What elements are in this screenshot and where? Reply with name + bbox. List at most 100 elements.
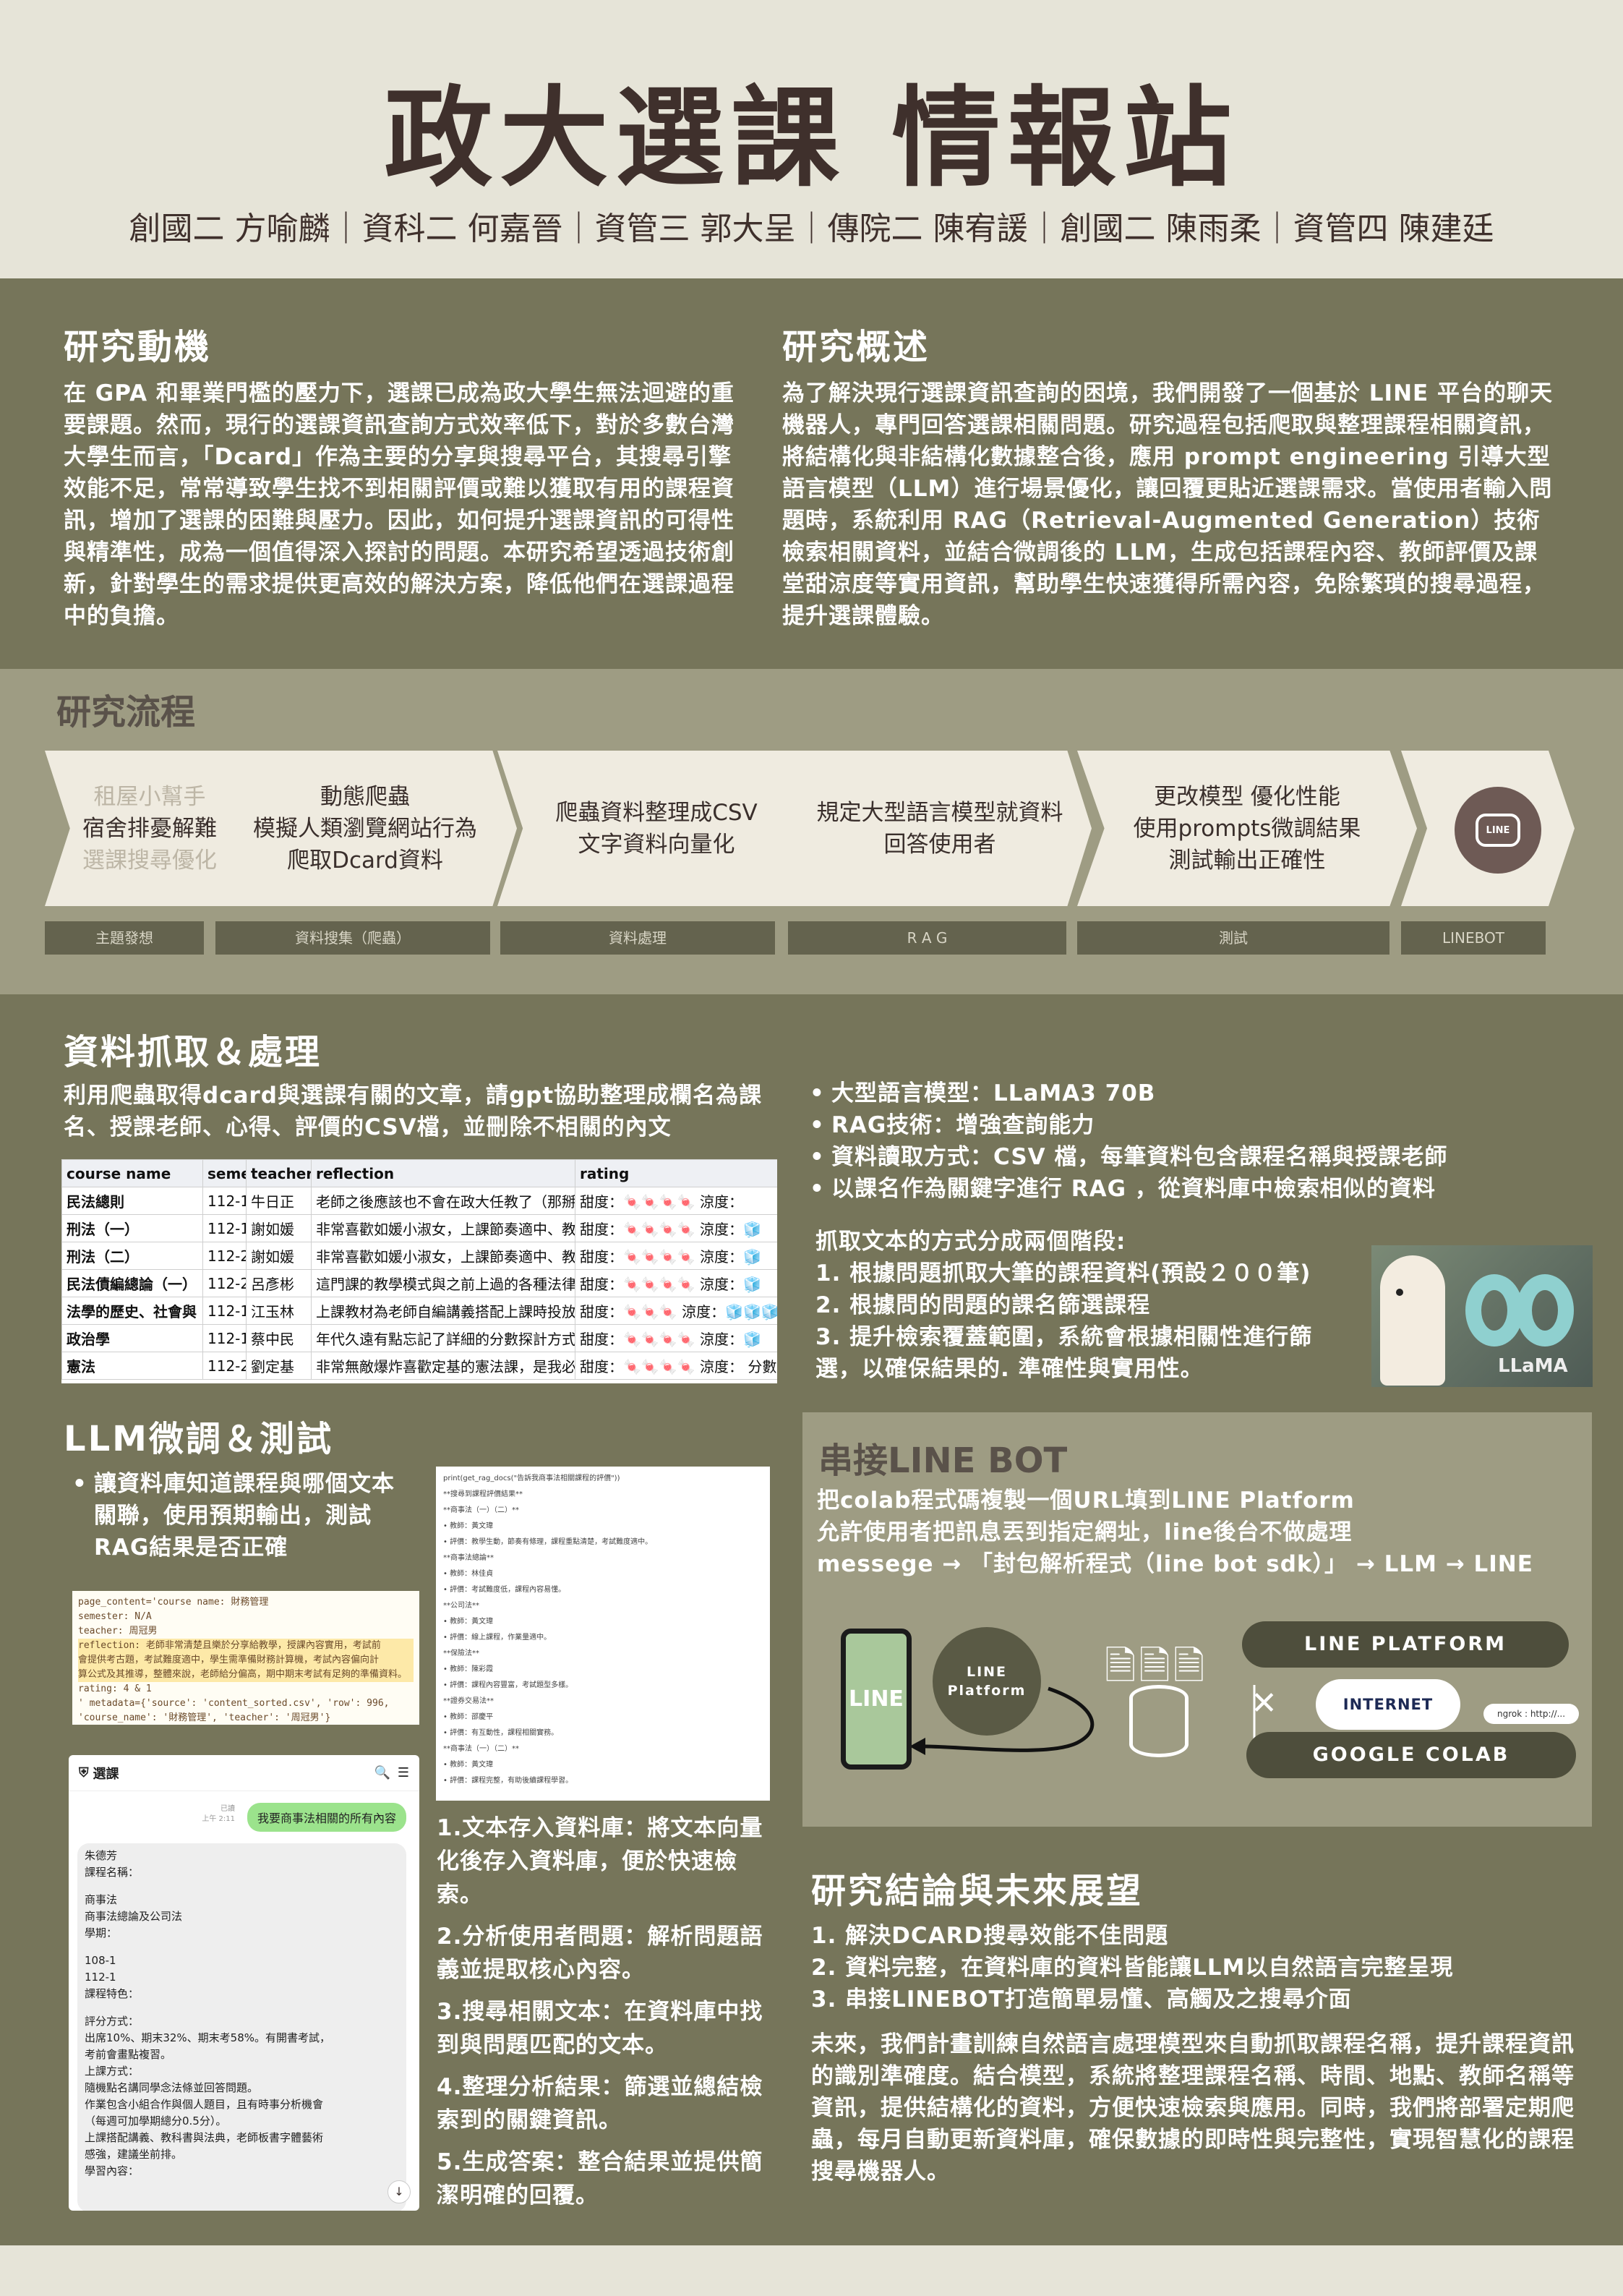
table-cell: 謝如媛 xyxy=(246,1242,312,1270)
conclusion-heading: 研究結論與未來展望 xyxy=(811,1871,1144,1911)
text-line: • 教師：邵慶平 xyxy=(443,1713,494,1721)
meta-infinity-icon xyxy=(1516,1274,1574,1347)
text-line: 會提供考古題，考試難度適中，學生需準備財務計算機，考試內容偏向計 xyxy=(78,1653,414,1668)
google-colab-pill: GOOGLE COLAB xyxy=(1246,1732,1576,1778)
phone-icon: LINE xyxy=(841,1629,912,1770)
line-platform-pill: LINE PLATFORM xyxy=(1242,1621,1569,1668)
data-intro: 利用爬蟲取得dcard與選課有關的文章，請gpt協助整理成欄名為課名、授課老師、… xyxy=(64,1083,763,1140)
col-course-name: course name xyxy=(61,1159,203,1187)
flow-heading: 研究流程 xyxy=(56,692,196,733)
pipeline-step: 5.生成答案：整合結果並提供簡潔明確的回覆。 xyxy=(437,2149,763,2208)
data-bullet: RAG技術：增強查詢能力 xyxy=(810,1109,1605,1141)
text-line: 商事法總論及公司法 xyxy=(85,1910,183,1923)
flow-step-2-line1: 動態爬蟲 xyxy=(320,783,410,810)
table-cell: 法學的歷史、社會與 xyxy=(61,1297,203,1325)
stage-1: 1. 根據問題抓取大筆的課程資料(預設２００筆) xyxy=(815,1260,1311,1286)
flow-tag-4: R A G xyxy=(788,921,1066,955)
llm-bullets: 讓資料庫知道課程與哪個文本關聯，使用預期輸出，測試RAG結果是否正確 xyxy=(72,1468,405,1563)
table-cell: 112-2 xyxy=(202,1352,247,1380)
code-snippet: page_content='course name: 財務管理 semester:… xyxy=(72,1591,419,1725)
alpaca-icon xyxy=(1380,1255,1445,1386)
overview-heading: 研究概述 xyxy=(782,327,930,367)
text-line: 課程特色： xyxy=(85,1987,140,2000)
pipeline-steps: 1.文本存入資料庫：將文本向量化後存入資料庫，便於快速檢索。 2.分析使用者問題… xyxy=(437,1811,769,2212)
text-line: 商事法 xyxy=(85,1893,118,1906)
text-line: • 教師：黃文瑋 xyxy=(443,1522,494,1530)
line-platform-node: LINE Platform xyxy=(933,1627,1041,1736)
conclusion-point: 2. 資料完整，在資料庫的資料皆能讓LLM以自然語言完整呈現 xyxy=(811,1955,1454,1981)
table-cell: 甜度：🍬🍬🍬🍬 涼度： xyxy=(575,1187,777,1215)
read-label: 已讀 xyxy=(220,1805,235,1813)
llm-bullet: 讓資料庫知道課程與哪個文本關聯，使用預期輸出，測試RAG結果是否正確 xyxy=(72,1468,405,1563)
table-cell: 甜度：🍬🍬🍬🍬 涼度：🧊 xyxy=(575,1269,777,1297)
flow-step-4-line1: 規定大型語言模型就資料 xyxy=(816,799,1063,826)
shield-icon: ⛨ xyxy=(79,1765,89,1780)
text-line: ' metadata={'source': 'content_sorted.cs… xyxy=(78,1698,390,1709)
table-cell: 劉定基 xyxy=(246,1352,312,1380)
notebook-text: print(get_rag_docs("告訴我商事法相關課程的評價")) **搜尋… xyxy=(436,1467,770,1793)
text-line: 學習內容： xyxy=(85,2164,140,2177)
conclusion-point: 1. 解決DCARD搜尋效能不佳問題 xyxy=(811,1923,1169,1949)
table-cell: 江玉林 xyxy=(246,1297,312,1325)
table-cell: 112-1 xyxy=(202,1324,247,1352)
text-line: • 教師：林佳貞 xyxy=(443,1570,494,1578)
flow-step-2-line2: 模擬人類瀏覽網站行為 xyxy=(253,815,477,842)
flow-step-2-line3: 爬取Dcard資料 xyxy=(287,847,443,874)
pipeline-step: 4.整理分析結果：篩選並總結檢索到的關鍵資訊。 xyxy=(437,2074,763,2133)
flow-step-5: 更改模型 優化性能 使用prompts微調結果 測試輸出正確性 xyxy=(1077,751,1417,906)
stages-block: 抓取文本的方式分成兩個階段: 1. 根據問題抓取大筆的課程資料(預設２００筆) … xyxy=(815,1226,1350,1385)
llm-heading: LLM微調＆測試 xyxy=(64,1419,333,1459)
text-line: **商事法總論** xyxy=(443,1554,494,1562)
user-message: 我要商事法相關的所有內容 xyxy=(247,1803,406,1832)
database-icon xyxy=(1129,1685,1189,1757)
line-logo-text: LINE xyxy=(1476,814,1520,847)
stage-3: 3. 提升檢索覆蓋範圍，系統會根據相關性進行篩選，以確保結果的. 準確性與實用性… xyxy=(815,1324,1313,1382)
table-cell: 謝如媛 xyxy=(246,1214,312,1242)
linebot-heading: 串接LINE BOT xyxy=(818,1441,1068,1481)
flow-step-4-line2: 回答使用者 xyxy=(883,831,996,858)
chat-header: ⛨ 選課 🔍 ☰ xyxy=(69,1755,419,1791)
col-reflection: reflection xyxy=(311,1159,575,1187)
flow-tag-2: 資料搜集（爬蟲） xyxy=(215,921,490,955)
text-line: 感強，建議坐前排。 xyxy=(85,2148,183,2161)
line-logo-icon: LINE xyxy=(1455,787,1541,874)
table-cell: 112-2 xyxy=(202,1242,247,1270)
menu-icon[interactable]: ☰ xyxy=(398,1765,409,1780)
pipeline-step: 3.搜尋相關文本：在資料庫中找到與問題匹配的文本。 xyxy=(437,1999,763,2058)
table-cell: 年代久遠有點忘記了詳細的分數探計方式 xyxy=(311,1324,575,1352)
time-label: 上午 2:11 xyxy=(202,1815,235,1823)
message-meta: 已讀 上午 2:11 xyxy=(202,1804,235,1825)
line-chat-screenshot: ⛨ 選課 🔍 ☰ 我要商事法相關的所有內容 已讀 上午 2:11 朱德芳 課程名稱… xyxy=(69,1755,419,2211)
text-line: 評分方式： xyxy=(85,2015,140,2028)
text-line: reflection: 老師非常清楚且樂於分享給教學，授課內容實用，考試前 xyxy=(78,1639,414,1653)
text-line: • 教師：黃文瑋 xyxy=(443,1761,494,1769)
table-row: 民法債編總論（一） 112-2 呂彥彬 這門課的教學模式與之前上過的各種法律 甜度：🍬🍬… xyxy=(61,1269,777,1297)
flow-step-3-line1: 爬蟲資料整理成CSV xyxy=(555,799,758,826)
text-line: 課程名稱： xyxy=(85,1866,140,1879)
flow-tag-3: 資料處理 xyxy=(500,921,775,955)
flow-step-5-line3: 測試輸出正確性 xyxy=(1168,847,1326,874)
course-table: course name semes teacher reflection rat… xyxy=(61,1159,777,1380)
flow-step-1-line2: 宿舍排憂解難 xyxy=(82,815,217,842)
table-cell: 112-1 xyxy=(202,1214,247,1242)
flow-tag-6: LINEBOT xyxy=(1401,921,1546,955)
future-text: 未來，我們計畫訓練自然語言處理模型來自動抓取課程名稱，提升課程資訊的識別準確度。… xyxy=(811,2031,1575,2185)
conclusion-point: 3. 串接LINEBOT打造簡單易懂、高觸及之搜尋介面 xyxy=(811,1986,1352,2013)
internet-cloud: INTERNET xyxy=(1316,1679,1460,1730)
pipeline-step: 2.分析使用者問題：解析問題語義並提取核心內容。 xyxy=(437,1924,763,1983)
flow-step-5-line1: 更改模型 優化性能 xyxy=(1154,783,1340,810)
text-line: • 教師：黃文瑋 xyxy=(443,1618,494,1626)
scroll-down-icon[interactable]: ↓ xyxy=(387,2180,411,2203)
text-line: • 評價：課程內容豐富，考試題型多樣。 xyxy=(443,1681,573,1689)
text-line: 學期： xyxy=(85,1926,118,1939)
phone-label: LINE xyxy=(849,1686,904,1712)
table-cell: 政治學 xyxy=(61,1324,203,1352)
search-icon[interactable]: 🔍 xyxy=(374,1765,390,1780)
table-row: 刑法（一） 112-1 謝如媛 非常喜歡如媛小淑女，上課節奏適中、教 甜度：🍬🍬🍬🍬 涼… xyxy=(61,1214,777,1242)
text-line: 108-1 xyxy=(85,1954,116,1967)
text-line: 'course_name': '財務管理', 'teacher': '周冠男'} xyxy=(78,1712,331,1723)
table-cell: 甜度：🍬🍬🍬🍬 涼度：🧊 xyxy=(575,1324,777,1352)
data-bullets: 大型語言模型：LLaMA3 70B RAG技術：增強查詢能力 資料讀取方式：CS… xyxy=(810,1077,1605,1205)
col-teacher: teacher xyxy=(246,1159,312,1187)
text-line xyxy=(85,1881,399,1892)
